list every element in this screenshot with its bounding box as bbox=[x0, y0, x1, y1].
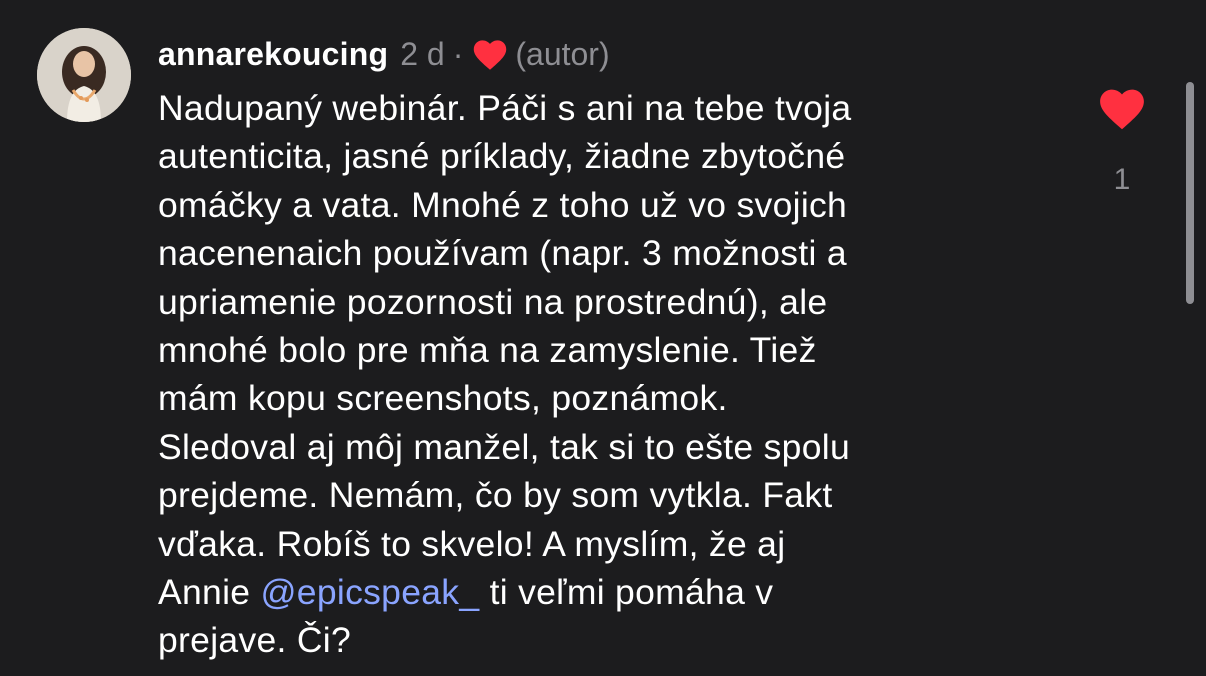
separator: · bbox=[452, 35, 464, 72]
comment-line: prejdeme. Nemám, čo by som vytkla. Fakt bbox=[158, 475, 833, 516]
like-button[interactable] bbox=[1097, 85, 1147, 131]
mention-link[interactable]: @epicspeak_ bbox=[260, 572, 479, 612]
comment-line: Nadupaný webinár. Páči s ani na tebe tvo… bbox=[158, 88, 852, 128]
avatar[interactable] bbox=[37, 28, 131, 122]
comment-line: upriamenie pozornosti na prostrednú), al… bbox=[158, 281, 828, 322]
comment-line-with-mention: Annie @epicspeak_ ti veľmi pomáha v bbox=[158, 568, 1058, 616]
comment-line: nacenenaich používam (napr. 3 možnosti a bbox=[158, 233, 847, 274]
comment-line: mnohé bolo pre mňa na zamyslenie. Tiež bbox=[158, 330, 817, 371]
scrollbar[interactable] bbox=[1186, 82, 1194, 304]
comment-line: autenticita, jasné príklady, žiadne zbyt… bbox=[158, 136, 846, 177]
heart-icon bbox=[471, 37, 509, 71]
comment-line: prejave. Či? bbox=[158, 620, 352, 661]
comment: annarekoucing 2 d · (autor) Nadupaný web… bbox=[0, 0, 1206, 676]
username[interactable]: annarekoucing bbox=[158, 36, 388, 73]
comment-line: omáčky a vata. Mnohé z toho už vo svojic… bbox=[158, 184, 848, 225]
mention-prefix: Annie bbox=[158, 572, 261, 613]
mention-suffix: ti veľmi pomáha v bbox=[479, 572, 774, 613]
comment-time: 2 d bbox=[400, 35, 445, 72]
avatar-photo bbox=[37, 28, 131, 122]
heart-icon bbox=[1100, 89, 1144, 130]
like-count: 1 bbox=[1113, 163, 1131, 196]
author-tag: (autor) bbox=[515, 35, 610, 72]
comment-line: vďaka. Robíš to skvelo! A myslím, že aj bbox=[158, 523, 786, 564]
comment-line: Sledoval aj môj manžel, tak si to ešte s… bbox=[158, 426, 850, 467]
comment-header: annarekoucing 2 d · (autor) bbox=[158, 32, 610, 76]
comment-text: Nadupaný webinár. Páči s ani na tebe tvo… bbox=[158, 84, 1058, 665]
comment-line: mám kopu screenshots, poznámok. bbox=[158, 378, 728, 419]
